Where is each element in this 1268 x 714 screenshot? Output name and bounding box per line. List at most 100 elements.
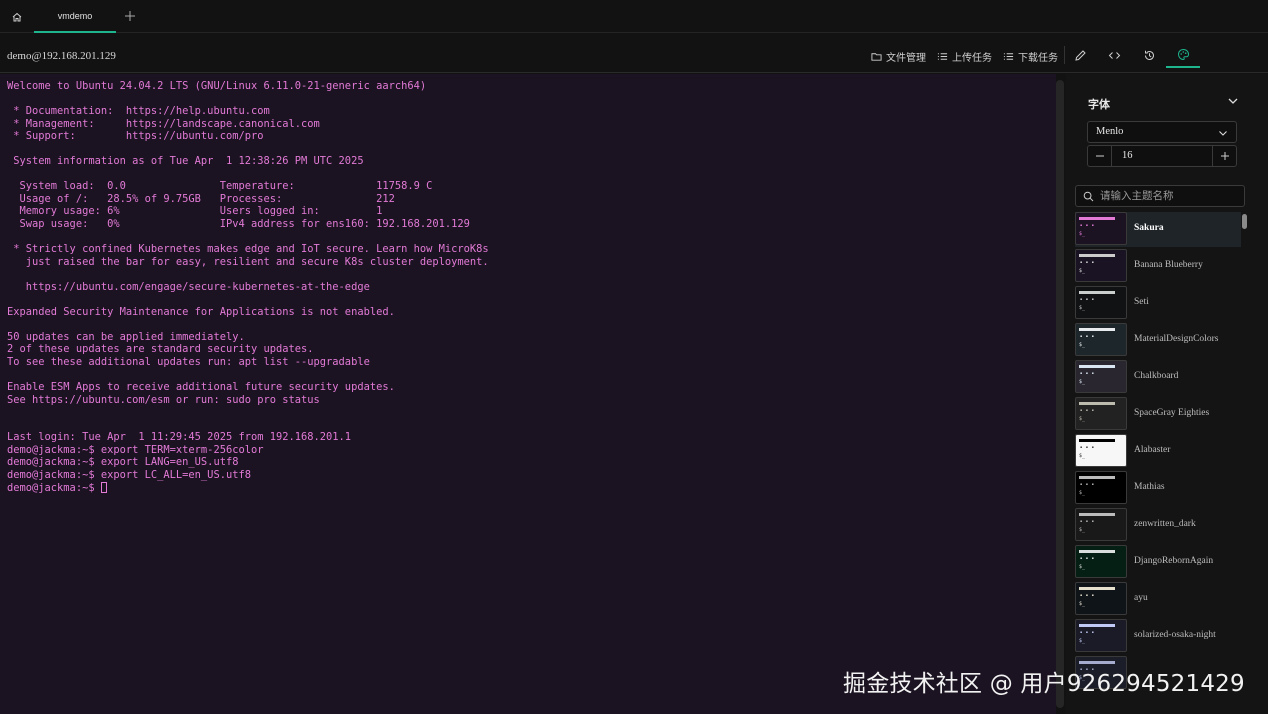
preview-dots: ▪ ▪ ▪ [1080, 519, 1095, 525]
font-family-select[interactable]: Menlo [1087, 121, 1237, 143]
theme-search-input[interactable] [1100, 188, 1240, 204]
preview-dots: ▪ ▪ ▪ [1080, 445, 1095, 451]
theme-preview: ▪ ▪ ▪ $_ [1075, 471, 1127, 504]
theme-list-scrollbar[interactable] [1242, 214, 1247, 229]
theme-name: Alabaster [1134, 445, 1171, 455]
terminal-line: demo@jackma:~$ export TERM=xterm-256colo… [7, 443, 264, 456]
preview-prompt: $_ [1079, 231, 1086, 237]
file-manager-label: 文件管理 [886, 52, 926, 64]
terminal-scrollbar[interactable] [1056, 80, 1064, 708]
preview-bar [1079, 217, 1115, 220]
theme-name: MaterialDesignColors [1134, 334, 1219, 344]
minus-icon [1095, 155, 1104, 157]
preview-dots: ▪ ▪ ▪ [1080, 482, 1095, 488]
chevron-down-icon [1219, 131, 1227, 136]
theme-item[interactable]: ▪ ▪ ▪ $_ solarized-osaka-night [1075, 619, 1241, 654]
terminal-line: Swap usage: 0% IPv4 address for ens160: … [7, 218, 470, 231]
terminal-output[interactable]: Welcome to Ubuntu 24.04.2 LTS (GNU/Linux… [0, 74, 1056, 714]
terminal-line: demo@jackma:~$ export LANG=en_US.utf8 [7, 456, 239, 469]
theme-item[interactable]: ▪ ▪ ▪ $_ Banana Blueberry [1075, 249, 1241, 284]
preview-dots: ▪ ▪ ▪ [1080, 223, 1095, 229]
session-toolbar: demo@192.168.201.129 文件管理 上传任务 下载任务 [0, 33, 1268, 73]
preview-bar [1079, 587, 1115, 590]
preview-bar [1079, 439, 1115, 442]
watermark: 掘金技术社区 @ 用户926294521429 [843, 671, 1245, 697]
decrease-size-button[interactable] [1088, 146, 1112, 166]
list-icon [937, 52, 948, 60]
theme-preview: ▪ ▪ ▪ $_ [1075, 360, 1127, 393]
tab-label: vmdemo [57, 10, 93, 21]
terminal-line: Enable ESM Apps to receive additional fu… [7, 381, 395, 394]
terminal-line: * Documentation: https://help.ubuntu.com [7, 105, 270, 118]
tab-bar: vmdemo [0, 0, 1268, 33]
theme-item[interactable]: ▪ ▪ ▪ $_ Alabaster [1075, 434, 1241, 469]
theme-item[interactable]: ▪ ▪ ▪ $_ Sakura [1075, 212, 1241, 247]
preview-bar [1079, 291, 1115, 294]
theme-preview: ▪ ▪ ▪ $_ [1075, 582, 1127, 615]
preview-prompt: $_ [1079, 342, 1086, 348]
preview-prompt: $_ [1079, 564, 1086, 570]
theme-item[interactable]: ▪ ▪ ▪ $_ zenwritten_dark [1075, 508, 1241, 543]
theme-preview: ▪ ▪ ▪ $_ [1075, 434, 1127, 467]
preview-bar [1079, 476, 1115, 479]
theme-preview: ▪ ▪ ▪ $_ [1075, 286, 1127, 319]
preview-dots: ▪ ▪ ▪ [1080, 556, 1095, 562]
preview-prompt: $_ [1079, 490, 1086, 496]
terminal-line: https://ubuntu.com/engage/secure-kuberne… [7, 280, 370, 293]
theme-item[interactable]: ▪ ▪ ▪ $_ Chalkboard [1075, 360, 1241, 395]
theme-item[interactable]: ▪ ▪ ▪ $_ DjangoRebornAgain [1075, 545, 1241, 580]
terminal-prompt: demo@jackma:~$ [7, 481, 101, 494]
theme-name: Sakura [1134, 223, 1164, 233]
history-icon[interactable] [1141, 47, 1157, 63]
preview-dots: ▪ ▪ ▪ [1080, 408, 1095, 414]
home-icon[interactable] [8, 8, 26, 26]
terminal-line: See https://ubuntu.com/esm or run: sudo … [7, 393, 320, 406]
theme-preview: ▪ ▪ ▪ $_ [1075, 545, 1127, 578]
tab-vmdemo[interactable]: vmdemo [34, 0, 116, 33]
preview-dots: ▪ ▪ ▪ [1080, 593, 1095, 599]
theme-item[interactable]: ▪ ▪ ▪ $_ MaterialDesignColors [1075, 323, 1241, 358]
font-size-value[interactable]: 16 [1122, 150, 1133, 161]
terminal-text: Welcome to Ubuntu 24.04.2 LTS (GNU/Linux… [7, 80, 489, 494]
terminal-line: To see these additional updates run: apt… [7, 356, 370, 369]
terminal-line: System load: 0.0 Temperature: 11758.9 C [7, 180, 433, 193]
download-tasks-button[interactable]: 下载任务 [1003, 49, 1058, 64]
increase-size-button[interactable] [1212, 146, 1236, 166]
list-icon [1003, 52, 1014, 60]
preview-bar [1079, 402, 1115, 405]
font-section-title: 字体 [1088, 99, 1110, 111]
plus-icon[interactable] [121, 7, 139, 25]
theme-search [1075, 185, 1245, 207]
preview-dots: ▪ ▪ ▪ [1080, 371, 1095, 377]
theme-item[interactable]: ▪ ▪ ▪ $_ Mathias [1075, 471, 1241, 506]
file-manager-button[interactable]: 文件管理 [871, 49, 926, 64]
terminal-line: Usage of /: 28.5% of 9.75GB Processes: 2… [7, 192, 395, 205]
host-label: demo@192.168.201.129 [7, 50, 116, 62]
code-icon[interactable] [1106, 47, 1122, 63]
preview-prompt: $_ [1079, 379, 1086, 385]
preview-bar [1079, 624, 1115, 627]
download-tasks-label: 下载任务 [1018, 52, 1058, 64]
plus-icon [1220, 152, 1229, 160]
palette-icon[interactable] [1166, 42, 1200, 68]
theme-item[interactable]: ▪ ▪ ▪ $_ ayu [1075, 582, 1241, 617]
terminal-line: Expanded Security Maintenance for Applic… [7, 305, 395, 318]
preview-dots: ▪ ▪ ▪ [1080, 297, 1095, 303]
edit-icon[interactable] [1072, 47, 1088, 63]
preview-prompt: $_ [1079, 268, 1086, 274]
preview-prompt: $_ [1079, 638, 1086, 644]
upload-tasks-button[interactable]: 上传任务 [937, 49, 992, 64]
theme-name: Mathias [1134, 482, 1165, 492]
chevron-down-icon[interactable] [1226, 94, 1240, 108]
theme-name: DjangoRebornAgain [1134, 556, 1214, 566]
theme-item[interactable]: ▪ ▪ ▪ $_ SpaceGray Eighties [1075, 397, 1241, 432]
terminal-line: just raised the bar for easy, resilient … [7, 255, 489, 268]
folder-icon [871, 52, 882, 61]
theme-item[interactable]: ▪ ▪ ▪ $_ Seti [1075, 286, 1241, 321]
font-size-stepper[interactable]: 16 [1087, 145, 1237, 167]
preview-prompt: $_ [1079, 305, 1086, 311]
